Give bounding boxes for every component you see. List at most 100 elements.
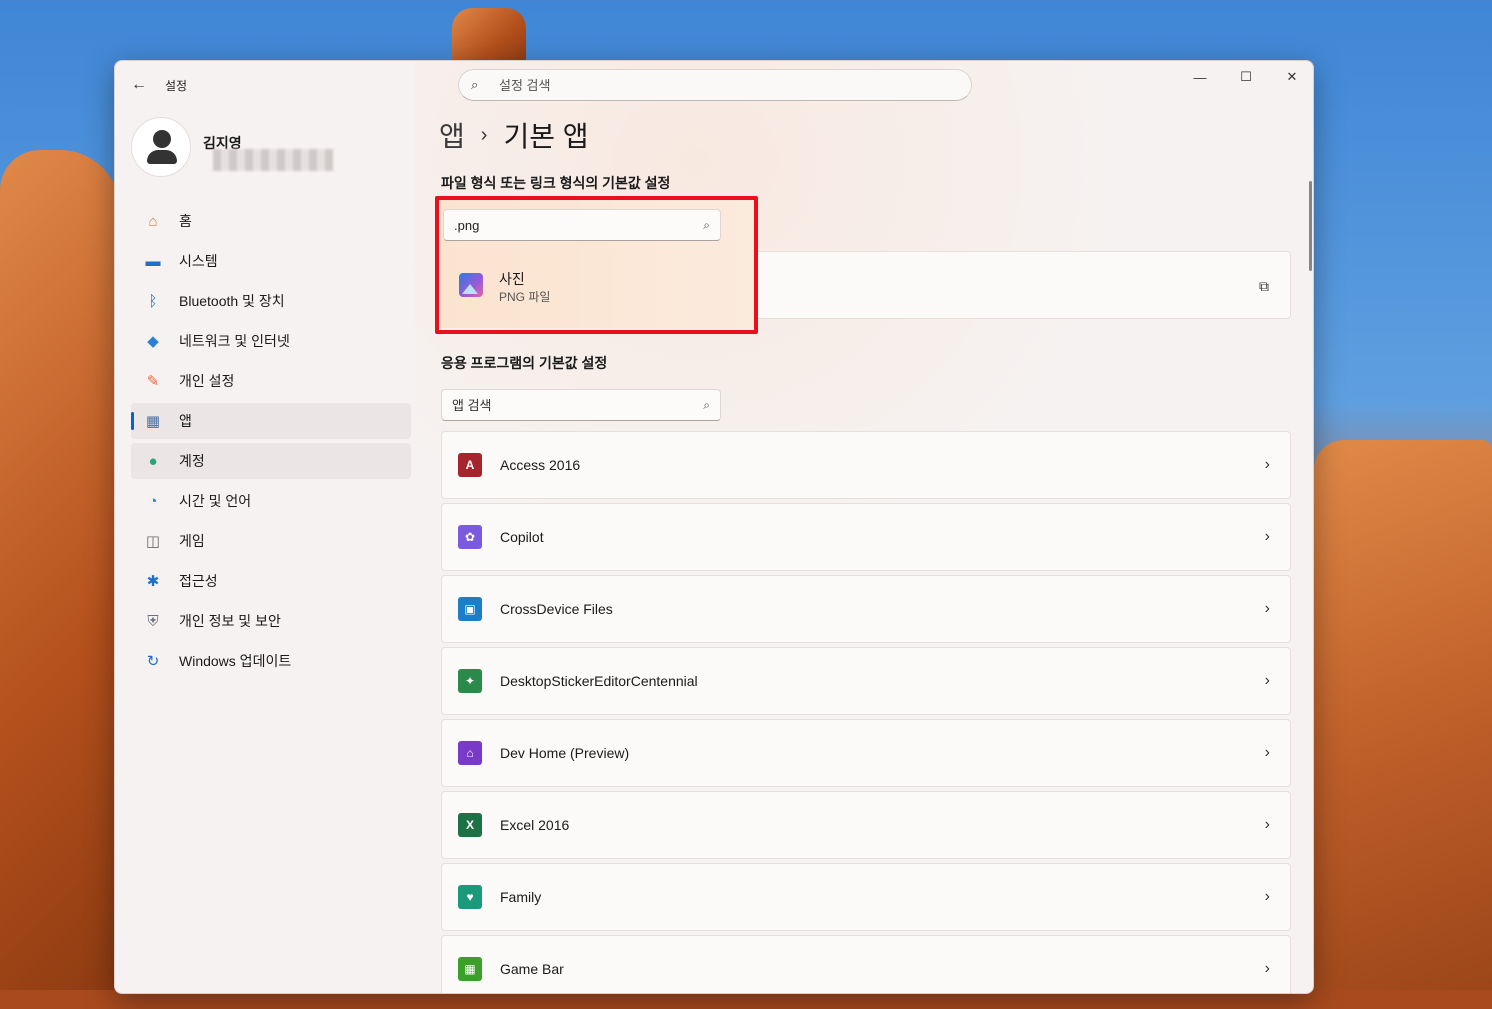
settings-window: ← 설정 ⌕ — ☐ ✕ 김지영 ⌂홈▬시스템ᛒBluetooth 및 장치◆네… (114, 60, 1314, 994)
shield-icon: ⛨ (147, 612, 159, 630)
chevron-right-icon: › (1264, 600, 1270, 617)
app-list: A Access 2016 › ✿ Copilot › ▣ CrossDevice Files… (441, 431, 1291, 993)
sidebar-item-apps[interactable]: ▦ 앱 (131, 403, 411, 439)
app-search[interactable]: ⌕ (441, 389, 721, 421)
app-name: DesktopStickerEditorCentennial (500, 673, 698, 689)
photos-icon (459, 273, 483, 297)
chevron-right-icon: › (1264, 744, 1270, 761)
open-external-icon[interactable]: ⧉ (1254, 276, 1274, 296)
app-defaults-section-title: 응용 프로그램의 기본값 설정 (441, 355, 608, 371)
family-icon: ♥ (458, 885, 482, 909)
app-row[interactable]: X Excel 2016 › (441, 791, 1291, 859)
app-name: CrossDevice Files (500, 601, 613, 617)
chevron-right-icon: › (1264, 456, 1270, 473)
gamepad-icon: ◫ (145, 533, 161, 550)
sidebar-item-account[interactable]: ● 계정 (131, 443, 411, 479)
chevron-right-icon: › (1264, 528, 1270, 545)
sidebar-item-label: 개인 정보 및 보안 (179, 613, 281, 629)
copilot-icon: ✿ (458, 525, 482, 549)
search-icon: ⌕ (703, 217, 710, 232)
page-title: 기본 앱 (503, 121, 589, 152)
sidebar-item-label: Bluetooth 및 장치 (179, 293, 285, 309)
scrollbar-thumb[interactable] (1309, 181, 1312, 271)
app-name: Dev Home (Preview) (500, 745, 630, 761)
app-row[interactable]: ✿ Copilot › (441, 503, 1291, 571)
app-row[interactable]: ✦ DesktopStickerEditorCentennial › (441, 647, 1291, 715)
file-type-section-title: 파일 형식 또는 링크 형식의 기본값 설정 (441, 175, 671, 191)
file-result-subtitle: PNG 파일 (499, 290, 551, 304)
file-type-search-input[interactable] (454, 217, 704, 233)
sidebar-item-system[interactable]: ▬ 시스템 (131, 243, 411, 279)
sidebar-nav: ⌂ 홈 ▬ 시스템 ᛒ Bluetooth 및 장치 ◆ 네트워크 및 인터넷 ✎ 개인 설정 ▦ 앱… (131, 203, 411, 683)
sidebar-item-bluetooth[interactable]: ᛒ Bluetooth 및 장치 (131, 283, 411, 319)
wallpaper-rock-left (0, 150, 120, 1009)
settings-search[interactable]: ⌕ (458, 69, 972, 101)
sidebar-item-gamepad[interactable]: ◫ 게임 (131, 523, 411, 559)
title-bar: ← 설정 ⌕ — ☐ ✕ (115, 61, 1313, 109)
brush-icon: ✎ (146, 373, 160, 390)
maximize-button[interactable]: ☐ (1223, 61, 1269, 93)
sidebar-item-label: 계정 (179, 453, 205, 469)
avatar-body (147, 150, 177, 164)
devhome-icon: ⌂ (458, 741, 482, 765)
sidebar-item-shield[interactable]: ⛨ 개인 정보 및 보안 (131, 603, 411, 639)
chevron-right-icon: › (1264, 816, 1270, 833)
sidebar-item-update[interactable]: ↻ Windows 업데이트 (131, 643, 411, 679)
accessibility-icon: ✱ (146, 573, 160, 590)
back-button[interactable]: ← (127, 73, 151, 97)
app-row[interactable]: A Access 2016 › (441, 431, 1291, 499)
globe-clock-icon: ◔ (148, 492, 158, 510)
app-name: Excel 2016 (500, 817, 570, 833)
excel-icon: X (458, 813, 482, 837)
app-name: Family (500, 889, 542, 905)
chevron-right-icon: › (1264, 960, 1270, 977)
wallpaper-rock-right (1314, 440, 1492, 1009)
file-type-search[interactable]: ⌕ (443, 209, 721, 241)
access-icon: A (458, 453, 482, 477)
sidebar-item-brush[interactable]: ✎ 개인 설정 (131, 363, 411, 399)
app-row[interactable]: ▣ CrossDevice Files › (441, 575, 1291, 643)
app-name: Copilot (500, 529, 544, 545)
breadcrumb-parent[interactable]: 앱 (439, 115, 465, 155)
sidebar-item-label: 홈 (179, 213, 192, 229)
breadcrumb: 앱 › 기본 앱 (439, 115, 589, 155)
avatar-head (153, 130, 171, 148)
sidebar-item-label: Windows 업데이트 (179, 653, 292, 669)
sidebar-item-label: 네트워크 및 인터넷 (179, 333, 290, 349)
user-profile[interactable]: 김지영 (131, 117, 421, 181)
sidebar-item-label: 앱 (179, 413, 192, 429)
bluetooth-icon: ᛒ (148, 292, 158, 310)
minimize-button[interactable]: — (1177, 61, 1223, 93)
arrow-left-icon: ← (131, 76, 147, 93)
sidebar-item-label: 게임 (179, 533, 205, 549)
close-button[interactable]: ✕ (1269, 61, 1313, 93)
search-icon: ⌕ (471, 77, 479, 92)
sidebar-item-label: 접근성 (179, 573, 218, 589)
apps-icon: ▦ (145, 413, 161, 430)
chevron-right-icon: › (1264, 888, 1270, 905)
sidebar-item-label: 시스템 (179, 253, 218, 269)
app-row[interactable]: ♥ Family › (441, 863, 1291, 931)
system-icon: ▬ (145, 252, 161, 270)
avatar (131, 117, 191, 177)
app-search-input[interactable] (452, 397, 704, 413)
app-row[interactable]: ▦ Game Bar › (441, 935, 1291, 993)
wifi-icon: ◆ (147, 333, 159, 350)
sidebar-item-globe-clock[interactable]: ◔ 시간 및 언어 (131, 483, 411, 519)
sidebar-item-home[interactable]: ⌂ 홈 (131, 203, 411, 239)
sidebar-item-label: 개인 설정 (179, 373, 235, 389)
settings-search-input[interactable] (499, 77, 919, 93)
app-title: 설정 (165, 79, 188, 93)
chevron-right-icon: › (1264, 672, 1270, 689)
app-name: Access 2016 (500, 457, 581, 473)
app-row[interactable]: ⌂ Dev Home (Preview) › (441, 719, 1291, 787)
gamebar-icon: ▦ (458, 957, 482, 981)
file-type-result-overlay[interactable]: 사진 PNG 파일 (445, 251, 751, 319)
sidebar-item-label: 시간 및 언어 (179, 493, 252, 509)
profile-email-redacted (213, 149, 333, 171)
account-icon: ● (148, 452, 158, 470)
breadcrumb-separator: › (480, 123, 488, 146)
sidebar-item-accessibility[interactable]: ✱ 접근성 (131, 563, 411, 599)
sticker-editor-icon: ✦ (458, 669, 482, 693)
sidebar-item-wifi[interactable]: ◆ 네트워크 및 인터넷 (131, 323, 411, 359)
